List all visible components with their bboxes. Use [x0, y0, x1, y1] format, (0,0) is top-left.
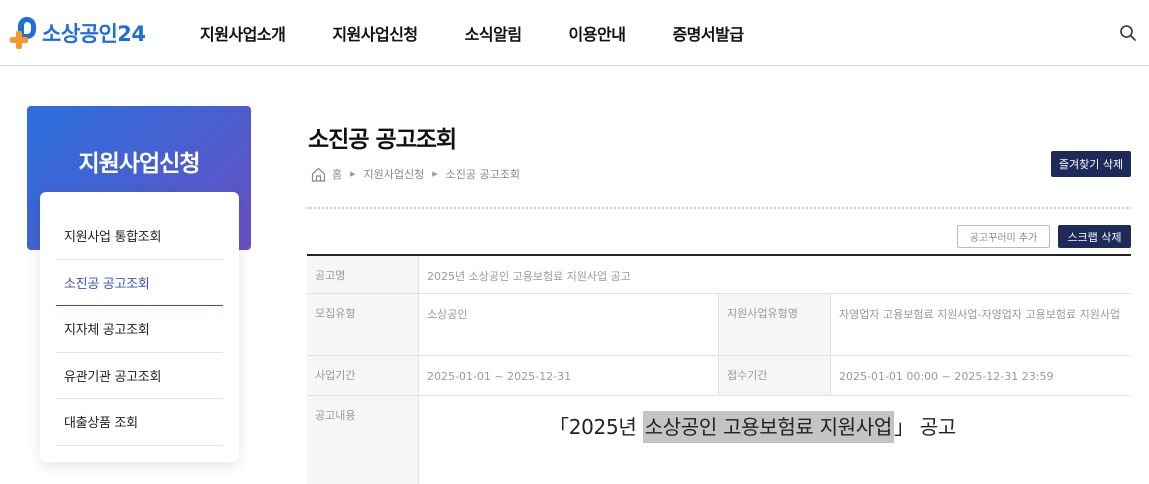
support-name-value: 자영업자 고용보험료 지원사업-자영업자 고용보험료 지원사업: [839, 308, 1121, 321]
notice-heading: 「2025년 소상공인 고용보험료 지원사업」 공고: [549, 410, 956, 444]
notice-name-value: 2025년 소상공인 고용보험료 지원사업 공고: [427, 270, 631, 283]
breadcrumb-home[interactable]: 홈: [332, 166, 342, 182]
site-logo[interactable]: 소상공인24: [10, 16, 146, 50]
notice-heading-suffix: 」 공고: [893, 415, 956, 439]
breadcrumb: 홈 ▶ 지원사업신청 ▶ 소진공 공고조회: [311, 166, 520, 182]
table-row: 공고명 2025년 소상공인 고용보험료 지원사업 공고: [307, 256, 1131, 294]
period-label: 사업기간: [307, 356, 419, 395]
add-bundle-button[interactable]: 공고꾸러미 추가: [957, 225, 1050, 248]
site-header: 소상공인24 지원사업소개 지원사업신청 소식알림 이용안내 증명서발급: [0, 0, 1149, 66]
sidebar-item-local-gov-notice[interactable]: 지자체 공고조회: [56, 306, 223, 353]
home-icon[interactable]: [311, 167, 326, 182]
nav-item-guide[interactable]: 이용안내: [569, 21, 626, 45]
apply-period-label: 접수기간: [719, 356, 831, 395]
logo-icon: [10, 16, 44, 50]
sidebar-item-sbiz-notice[interactable]: 소진공 공고조회: [56, 260, 223, 306]
nav-item-news[interactable]: 소식알림: [465, 21, 522, 45]
apply-period-value: 2025-01-01 00:00 ~ 2025-12-31 23:59: [839, 370, 1054, 383]
scrap-delete-button[interactable]: 스크랩 삭제: [1058, 225, 1131, 248]
sidebar-item-related-org-notice[interactable]: 유관기관 공고조회: [56, 353, 223, 399]
page-title: 소진공 공고조회: [308, 127, 457, 153]
sidebar-title: 지원사업신청: [78, 151, 201, 177]
nav-item-certificate[interactable]: 증명서발급: [672, 21, 744, 45]
support-name-label: 지원사업유형명: [719, 294, 831, 355]
search-icon[interactable]: [1119, 24, 1137, 42]
period-value: 2025-01-01 ~ 2025-12-31: [419, 356, 719, 395]
recruit-type-value: 소상공인: [419, 294, 719, 355]
dotted-divider: [307, 207, 1131, 209]
favorite-delete-button[interactable]: 즐겨찾기 삭제: [1051, 151, 1131, 177]
recruit-type-label: 모집유형: [307, 294, 419, 355]
breadcrumb-support-apply[interactable]: 지원사업신청: [364, 166, 425, 182]
nav-item-support-apply[interactable]: 지원사업신청: [332, 21, 418, 45]
table-row: 사업기간 2025-01-01 ~ 2025-12-31 접수기간 2025-0…: [307, 356, 1131, 396]
main-nav: 지원사업소개 지원사업신청 소식알림 이용안내 증명서발급: [200, 0, 791, 66]
notice-heading-prefix: 「2025년: [549, 415, 643, 439]
breadcrumb-separator-icon: ▶: [432, 170, 438, 178]
table-row: 모집유형 소상공인 지원사업유형명 자영업자 고용보험료 지원사업-자영업자 고…: [307, 294, 1131, 356]
notice-name-label: 공고명: [307, 256, 419, 293]
sidebar-item-loan-products[interactable]: 대출상품 조회: [56, 399, 223, 446]
nav-item-support-intro[interactable]: 지원사업소개: [200, 21, 286, 45]
content-value: 「2025년 소상공인 고용보험료 지원사업」 공고: [419, 396, 1131, 484]
sidebar-item-integrated-search[interactable]: 지원사업 통합조회: [56, 213, 223, 260]
content-label: 공고내용: [307, 396, 419, 484]
notice-info-table: 공고명 2025년 소상공인 고용보험료 지원사업 공고 모집유형 소상공인 지…: [307, 254, 1131, 484]
notice-heading-highlight: 소상공인 고용보험료 지원사업: [642, 411, 894, 443]
breadcrumb-current: 소진공 공고조회: [445, 168, 520, 181]
breadcrumb-separator-icon: ▶: [350, 170, 356, 178]
sidebar-menu: 지원사업 통합조회 소진공 공고조회 지자체 공고조회 유관기관 공고조회 대출…: [40, 192, 239, 462]
table-row: 공고내용 「2025년 소상공인 고용보험료 지원사업」 공고: [307, 396, 1131, 484]
logo-text: 소상공인24: [42, 22, 146, 46]
